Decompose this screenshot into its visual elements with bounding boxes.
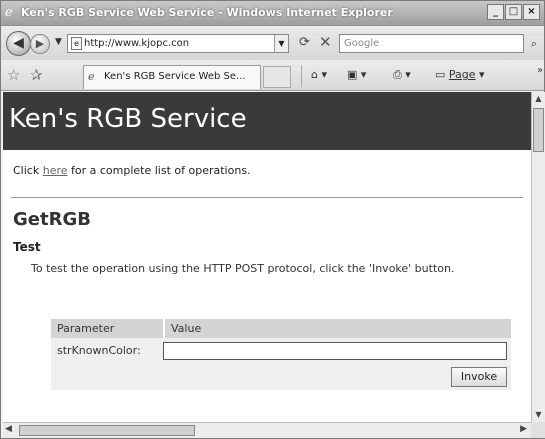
- tab-row: ☆ ✰ ℯ Ken's RGB Service Web Se... ⌂ ▾ ▣ …: [1, 60, 544, 91]
- page-icon: e: [71, 37, 82, 50]
- stop-icon[interactable]: ✕: [319, 33, 332, 51]
- address-row: ◀ ▶ ▼ e http://www.kjopc.con ▼ ⟳ ✕ Googl…: [1, 27, 544, 60]
- page-title: Ken's RGB Service: [9, 104, 247, 134]
- intro-text: Click here for a complete list of operat…: [13, 164, 251, 177]
- tab-page-icon: ℯ: [88, 70, 95, 83]
- maximize-button[interactable]: □: [505, 4, 522, 20]
- title-bar: ℯ Ken's RGB Service Web Service - Window…: [1, 1, 544, 26]
- close-button[interactable]: ×: [523, 4, 540, 20]
- scroll-down-icon[interactable]: ▼: [532, 408, 545, 422]
- forward-button[interactable]: ▶: [30, 34, 50, 54]
- horizontal-scroll-thumb[interactable]: [19, 425, 195, 436]
- operations-link[interactable]: here: [43, 164, 68, 177]
- window-title: Ken's RGB Service Web Service - Windows …: [21, 6, 393, 19]
- vertical-scroll-thumb[interactable]: [533, 108, 544, 152]
- table-header: Parameter Value: [51, 319, 511, 338]
- header-value: Value: [163, 319, 201, 338]
- invoke-button[interactable]: Invoke: [451, 367, 507, 387]
- table-row: strKnownColor:: [51, 338, 511, 364]
- intro-prefix: Click: [13, 164, 43, 177]
- banner: Ken's RGB Service: [3, 92, 531, 150]
- command-separator: [301, 65, 302, 87]
- browser-window: ℯ Ken's RGB Service Web Service - Window…: [0, 0, 545, 439]
- header-parameter: Parameter: [57, 322, 115, 335]
- tab-active[interactable]: ℯ Ken's RGB Service Web Se...: [83, 65, 261, 89]
- horizontal-scrollbar[interactable]: ◀ ▶: [3, 422, 531, 438]
- favorites-star-icon[interactable]: ☆: [7, 66, 20, 84]
- search-input[interactable]: Google: [339, 34, 524, 53]
- address-dropdown-button[interactable]: ▼: [274, 35, 288, 52]
- home-icon[interactable]: ⌂ ▾: [311, 68, 327, 81]
- back-button[interactable]: ◀: [6, 31, 31, 56]
- scroll-left-icon[interactable]: ◀: [5, 424, 12, 434]
- forward-arrow-icon: ▶: [35, 37, 45, 50]
- test-description: To test the operation using the HTTP POS…: [31, 262, 455, 275]
- feeds-icon[interactable]: ▣ ▾: [347, 68, 366, 81]
- search-icon[interactable]: ⌕: [525, 34, 543, 53]
- section-title: Test: [13, 240, 41, 254]
- refresh-icon[interactable]: ⟳: [299, 35, 310, 50]
- address-url: http://www.kjopc.con: [84, 38, 190, 49]
- page-content: Ken's RGB Service Click here for a compl…: [3, 92, 531, 422]
- new-tab-button[interactable]: [263, 66, 291, 88]
- chevron-more-icon[interactable]: »: [537, 65, 543, 76]
- window-controls: _ □ ×: [486, 4, 540, 20]
- page-menu[interactable]: ▭ Page ▾: [435, 68, 485, 81]
- print-icon[interactable]: ⎙ ▾: [393, 68, 411, 82]
- minimize-button[interactable]: _: [487, 4, 504, 20]
- strknowncolor-input[interactable]: [163, 342, 507, 360]
- intro-suffix: for a complete list of operations.: [67, 164, 251, 177]
- history-dropdown-icon[interactable]: ▼: [55, 37, 62, 47]
- scroll-right-icon[interactable]: ▶: [520, 424, 527, 434]
- page-menu-label: Page: [448, 68, 476, 81]
- button-row: Invoke: [51, 364, 511, 390]
- ie-logo-icon: ℯ: [5, 5, 13, 20]
- tab-label: Ken's RGB Service Web Se...: [104, 71, 246, 82]
- vertical-scrollbar[interactable]: ▲ ▼: [531, 92, 545, 422]
- resize-grip[interactable]: [531, 422, 545, 438]
- parameter-table: Parameter Value strKnownColor: Invoke: [51, 319, 511, 390]
- add-favorites-icon[interactable]: ✰: [30, 66, 43, 84]
- scroll-up-icon[interactable]: ▲: [532, 92, 545, 106]
- divider: [11, 197, 523, 198]
- param-label: strKnownColor:: [57, 344, 141, 357]
- operation-title: GetRGB: [13, 209, 91, 230]
- back-arrow-icon: ◀: [13, 35, 24, 51]
- address-input[interactable]: e http://www.kjopc.con: [67, 34, 289, 53]
